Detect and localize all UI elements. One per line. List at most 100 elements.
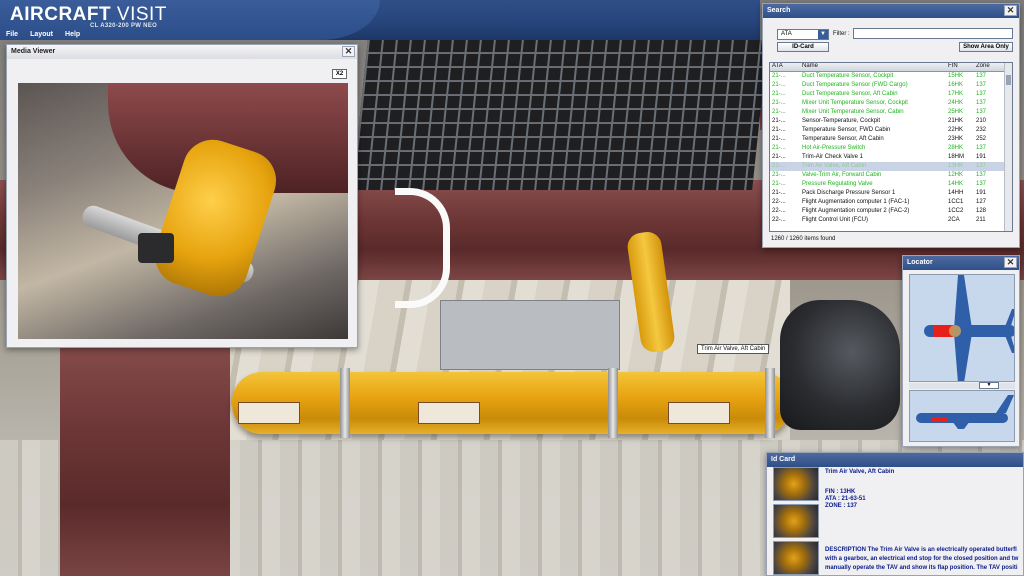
- aircraft-top-view[interactable]: [909, 274, 1015, 382]
- duct-band: [765, 368, 775, 438]
- cell-fin: 18HM: [948, 154, 965, 160]
- table-row[interactable]: 21-... Hot Air-Pressure Switch 28HK 137: [770, 144, 1012, 153]
- menu-help[interactable]: Help: [59, 28, 86, 40]
- cell-ata: 21-...: [772, 91, 786, 97]
- result-count: 1260 / 1260 items found: [771, 236, 836, 242]
- scrollbar[interactable]: [1004, 63, 1012, 231]
- cell-zone: 252: [976, 136, 987, 142]
- cell-zone: 137: [976, 181, 987, 187]
- table-row[interactable]: 21-... Duct Temperature Sensor, Aft Cabin…: [770, 90, 1012, 99]
- column-header-ata[interactable]: ATA: [770, 63, 800, 71]
- close-icon[interactable]: ✕: [1004, 5, 1017, 16]
- cell-fin: 14HK: [948, 181, 964, 187]
- photo-actuator: [138, 233, 174, 263]
- cell-fin: 24HK: [948, 100, 964, 106]
- cell-fin: 13HK: [948, 163, 964, 169]
- cell-ata: 22-...: [772, 217, 786, 223]
- table-row[interactable]: 21-... Mixer Unit Temperature Sensor, Cab…: [770, 108, 1012, 117]
- table-row[interactable]: 21-... Temperature Sensor, FWD Cabin 22HK 2…: [770, 126, 1012, 135]
- menu-layout[interactable]: Layout: [24, 28, 59, 40]
- menu-file[interactable]: File: [0, 28, 24, 40]
- valve-mounting-bracket[interactable]: [440, 300, 620, 370]
- result-table: ATA Name FIN Zone 21-... Duct Temperature…: [769, 62, 1013, 232]
- cell-fin: 12HK: [948, 172, 964, 178]
- cell-fin: 14HH: [948, 190, 964, 196]
- media-viewer-title[interactable]: Media Viewer ✕: [7, 45, 357, 59]
- app-subtitle: CL A320-200 PW NEO: [90, 23, 158, 29]
- cell-fin: 22HK: [948, 127, 964, 133]
- cell-zone: 191: [976, 154, 987, 160]
- table-header: ATA Name FIN Zone: [770, 63, 1012, 72]
- id-card-thumbnails: [773, 467, 821, 576]
- table-row[interactable]: 21-... Duct Temperature Sensor (FWD Cargo…: [770, 81, 1012, 90]
- vertical-air-duct[interactable]: [60, 330, 230, 576]
- cell-ata: 21-...: [772, 82, 786, 88]
- filter-input[interactable]: [853, 28, 1013, 39]
- cell-zone: 128: [976, 208, 987, 214]
- cell-ata: 21-...: [772, 136, 786, 142]
- table-row[interactable]: 21-... Pack Discharge Pressure Sensor 1 14…: [770, 189, 1012, 198]
- fan-unit[interactable]: [780, 300, 900, 430]
- cell-fin: 28HK: [948, 145, 964, 151]
- cell-zone: 137: [976, 145, 987, 151]
- table-row[interactable]: 21-... Sensor-Temperature, Cockpit 21HK 210: [770, 117, 1012, 126]
- aircraft-side-view[interactable]: [909, 390, 1015, 442]
- table-row[interactable]: 21-... Pressure Regulating Valve 14HK 137: [770, 180, 1012, 189]
- search-title[interactable]: Search ✕: [763, 4, 1019, 18]
- column-header-name[interactable]: Name: [800, 63, 946, 71]
- search-title-text: Search: [767, 7, 791, 14]
- ata-select[interactable]: ATA ▼: [777, 29, 829, 40]
- table-row[interactable]: 21-... Temperature Sensor, Aft Cabin 23HK 2…: [770, 135, 1012, 144]
- cell-ata: 21-...: [772, 109, 786, 115]
- table-row[interactable]: 22-... Flight Augmentation computer 1 (FA…: [770, 198, 1012, 207]
- table-body: 21-... Duct Temperature Sensor, Cockpit 15…: [770, 72, 1012, 225]
- show-area-only-button[interactable]: Show Area Only: [959, 42, 1013, 52]
- cell-zone: 137: [976, 172, 987, 178]
- thumbnail-image[interactable]: [773, 504, 819, 538]
- column-header-fin[interactable]: FIN: [946, 63, 974, 71]
- description-line: with a gearbox, an electrical end stop f…: [825, 556, 1019, 562]
- app-header: AIRCRAFT VISIT CL A320-200 PW NEO File L…: [0, 0, 760, 40]
- id-card-title[interactable]: Id Card: [767, 453, 1023, 467]
- column-header-zone[interactable]: Zone: [974, 63, 1000, 71]
- part-tooltip: Trim Air Valve, Aft Cabin: [697, 344, 770, 354]
- grille-panel[interactable]: [352, 40, 768, 190]
- cell-zone: 137: [976, 91, 987, 97]
- close-icon[interactable]: ✕: [342, 46, 355, 57]
- table-row[interactable]: 21-... Trim-Air Check Valve 1 18HM 191: [770, 153, 1012, 162]
- search-panel: Search ✕ ATA ▼ Filter : ID-Card Show Are…: [762, 3, 1020, 248]
- cell-name: Pack Discharge Pressure Sensor 1: [802, 190, 896, 196]
- app-title-light: VISIT: [116, 4, 167, 25]
- media-viewer-title-text: Media Viewer: [11, 48, 56, 55]
- id-card-panel: Id Card Trim Air Valve, Aft Cabin FIN : …: [766, 452, 1024, 576]
- cell-fin: 1CC1: [948, 199, 964, 205]
- table-row[interactable]: 21-... Valve-Trim Air, Forward Cabin 12HK 1…: [770, 171, 1012, 180]
- part-description: DESCRIPTION The Trim Air Valve is an ele…: [825, 546, 1024, 573]
- locator-title[interactable]: Locator ✕: [903, 256, 1019, 270]
- cell-fin: 16HK: [948, 82, 964, 88]
- table-row[interactable]: 21-... Duct Temperature Sensor, Cockpit 15…: [770, 72, 1012, 81]
- thumbnail-image[interactable]: [773, 541, 819, 575]
- cell-fin: 21HK: [948, 118, 964, 124]
- locator-panel: Locator ✕ ▼: [902, 255, 1020, 447]
- id-card-button[interactable]: ID-Card: [777, 42, 829, 52]
- media-viewer-panel: Media Viewer ✕ X2: [6, 44, 358, 348]
- table-row[interactable]: 22-... Flight Control Unit (FCU) 2CA 211: [770, 216, 1012, 225]
- locator-slider-knob[interactable]: ▼: [979, 382, 999, 389]
- cell-ata: 21-...: [772, 181, 786, 187]
- menu-bar: File Layout Help: [0, 28, 86, 40]
- table-row[interactable]: 21-... Trim Air Valve, Aft Cabin 13HK 137: [770, 162, 1012, 171]
- media-photo[interactable]: [18, 83, 348, 339]
- zoom-x2-button[interactable]: X2: [332, 69, 347, 79]
- cell-ata: 21-...: [772, 127, 786, 133]
- table-row[interactable]: 21-... Mixer Unit Temperature Sensor, Coc…: [770, 99, 1012, 108]
- close-icon[interactable]: ✕: [1004, 257, 1017, 268]
- part-zone: ZONE : 137: [825, 503, 858, 509]
- thumbnail-image[interactable]: [773, 467, 819, 501]
- cell-zone: 191: [976, 190, 987, 196]
- cell-ata: 21-...: [772, 163, 786, 169]
- cell-zone: 232: [976, 127, 987, 133]
- scrollbar-thumb[interactable]: [1006, 75, 1011, 85]
- table-row[interactable]: 22-... Flight Augmentation computer 2 (FA…: [770, 207, 1012, 216]
- locator-slider[interactable]: ▼: [909, 382, 1015, 389]
